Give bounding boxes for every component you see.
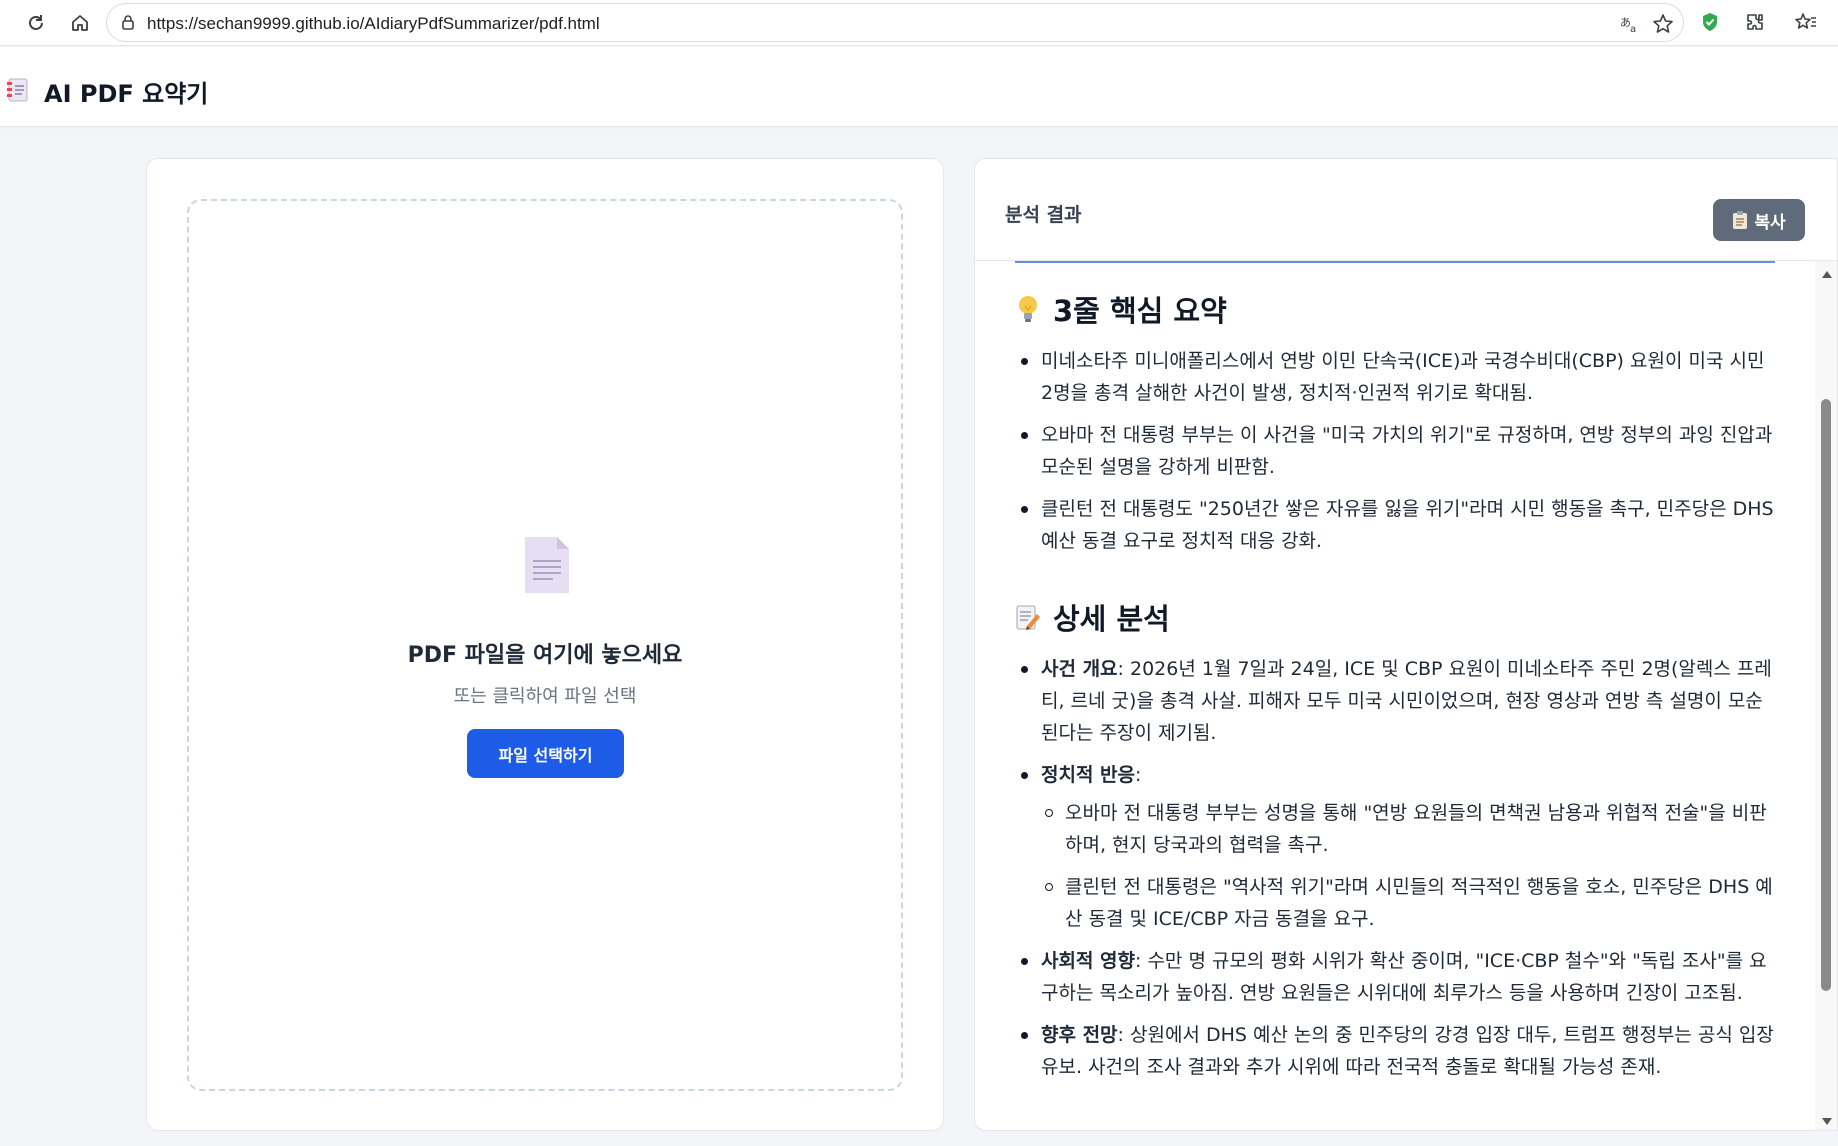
reload-icon[interactable] (22, 9, 50, 37)
scrollbar-thumb[interactable] (1821, 399, 1831, 991)
drop-subtitle: 또는 클릭하여 파일 선택 (453, 686, 637, 707)
overview-text: : 2026년 1월 7일과 24일, ICE 및 CBP 요원이 미네소타주 … (1041, 658, 1772, 744)
summary-list: 미네소타주 미니애폴리스에서 연방 이민 단속국(ICE)과 국경수비대(CBP… (1015, 345, 1775, 557)
outlook-label: 향후 전망 (1041, 1024, 1118, 1046)
detail-item-outlook: 향후 전망: 상원에서 DHS 예산 논의 중 민주당의 강경 입장 대두, 트… (1015, 1019, 1775, 1083)
detail-item-politics: 정치적 반응: 오바마 전 대통령 부부는 성명을 통해 "연방 요원들의 면책… (1015, 759, 1775, 935)
result-title: 분석 결과 (1005, 204, 1082, 226)
summary-heading-text: 3줄 핵심 요약 (1053, 294, 1227, 328)
drop-title: PDF 파일을 여기에 놓으세요 (407, 643, 683, 668)
pdf-file-icon (525, 537, 569, 593)
accent-divider (1015, 261, 1775, 263)
address-bar[interactable]: https://sechan9999.github.io/AIdiaryPdfS… (106, 3, 1684, 42)
overview-label: 사건 개요 (1041, 658, 1118, 680)
outlook-text: : 상원에서 DHS 예산 논의 중 민주당의 강경 입장 대두, 트럼프 행정… (1041, 1024, 1774, 1078)
clipboard-icon (1733, 211, 1748, 229)
translate-icon[interactable]: あa (1619, 13, 1641, 35)
document-logo-icon (7, 78, 28, 102)
social-label: 사회적 영향 (1041, 950, 1136, 972)
summary-item-3: 클린턴 전 대통령도 "250년간 쌓은 자유를 잃을 위기"라며 시민 행동을… (1015, 493, 1775, 557)
social-text: : 수만 명 규모의 평화 시위가 확산 중이며, "ICE·CBP 철수"와 … (1041, 950, 1767, 1004)
detail-heading-text: 상세 분석 (1053, 602, 1170, 636)
site-info-icon[interactable] (119, 13, 137, 35)
result-card: 분석 결과 복사 3줄 핵심 요약 미네소타주 미니애폴리스에서 연방 이민 단… (974, 158, 1838, 1131)
upload-card: PDF 파일을 여기에 놓으세요 또는 클릭하여 파일 선택 파일 선택하기 (146, 158, 944, 1131)
memo-pencil-icon (1016, 605, 1040, 630)
scroll-up-arrow-icon[interactable] (1822, 271, 1832, 278)
politics-sub-1: 오바마 전 대통령 부부는 성명을 통해 "연방 요원들의 면책권 남용과 위협… (1041, 797, 1775, 861)
politics-label: 정치적 반응 (1041, 764, 1136, 786)
pdf-drop-zone[interactable]: PDF 파일을 여기에 놓으세요 또는 클릭하여 파일 선택 파일 선택하기 (187, 199, 903, 1091)
app-header: AI PDF 요약기 (0, 47, 1838, 127)
politics-sub-2: 클린턴 전 대통령은 "역사적 위기"라며 시민들의 적극적인 행동을 호소, … (1041, 871, 1775, 935)
detail-item-overview: 사건 개요: 2026년 1월 7일과 24일, ICE 및 CBP 요원이 미… (1015, 653, 1775, 749)
summary-item-1: 미네소타주 미니애폴리스에서 연방 이민 단속국(ICE)과 국경수비대(CBP… (1015, 345, 1775, 409)
copy-button[interactable]: 복사 (1713, 199, 1805, 241)
copy-label: 복사 (1754, 212, 1786, 233)
browser-toolbar: https://sechan9999.github.io/AIdiaryPdfS… (0, 0, 1838, 46)
favorites-icon[interactable] (1794, 10, 1818, 34)
politics-sublist: 오바마 전 대통령 부부는 성명을 통해 "연방 요원들의 면책권 남용과 위협… (1041, 797, 1775, 935)
shield-extension-icon[interactable] (1698, 10, 1722, 34)
detail-heading: 상세 분석 (1015, 595, 1775, 639)
scroll-down-arrow-icon[interactable] (1822, 1118, 1832, 1125)
extensions-puzzle-icon[interactable] (1743, 10, 1767, 34)
summary-item-2: 오바마 전 대통령 부부는 이 사건을 "미국 가치의 위기"로 규정하며, 연… (1015, 419, 1775, 483)
result-scrollbar[interactable] (1815, 261, 1837, 1130)
home-icon[interactable] (66, 9, 94, 37)
lightbulb-icon (1019, 296, 1037, 322)
svg-text:a: a (1630, 24, 1636, 35)
summary-heading: 3줄 핵심 요약 (1015, 287, 1775, 331)
result-header: 분석 결과 복사 (975, 159, 1837, 261)
politics-colon: : (1135, 764, 1142, 786)
bookmark-star-icon[interactable] (1652, 13, 1674, 35)
detail-list: 사건 개요: 2026년 1월 7일과 24일, ICE 및 CBP 요원이 미… (1015, 653, 1775, 1083)
page-title: AI PDF 요약기 (44, 80, 209, 108)
url-text[interactable]: https://sechan9999.github.io/AIdiaryPdfS… (147, 14, 600, 34)
detail-item-social: 사회적 영향: 수만 명 규모의 평화 시위가 확산 중이며, "ICE·CBP… (1015, 945, 1775, 1009)
result-content[interactable]: 3줄 핵심 요약 미네소타주 미니애폴리스에서 연방 이민 단속국(ICE)과 … (975, 261, 1815, 1130)
select-file-button[interactable]: 파일 선택하기 (467, 729, 624, 778)
